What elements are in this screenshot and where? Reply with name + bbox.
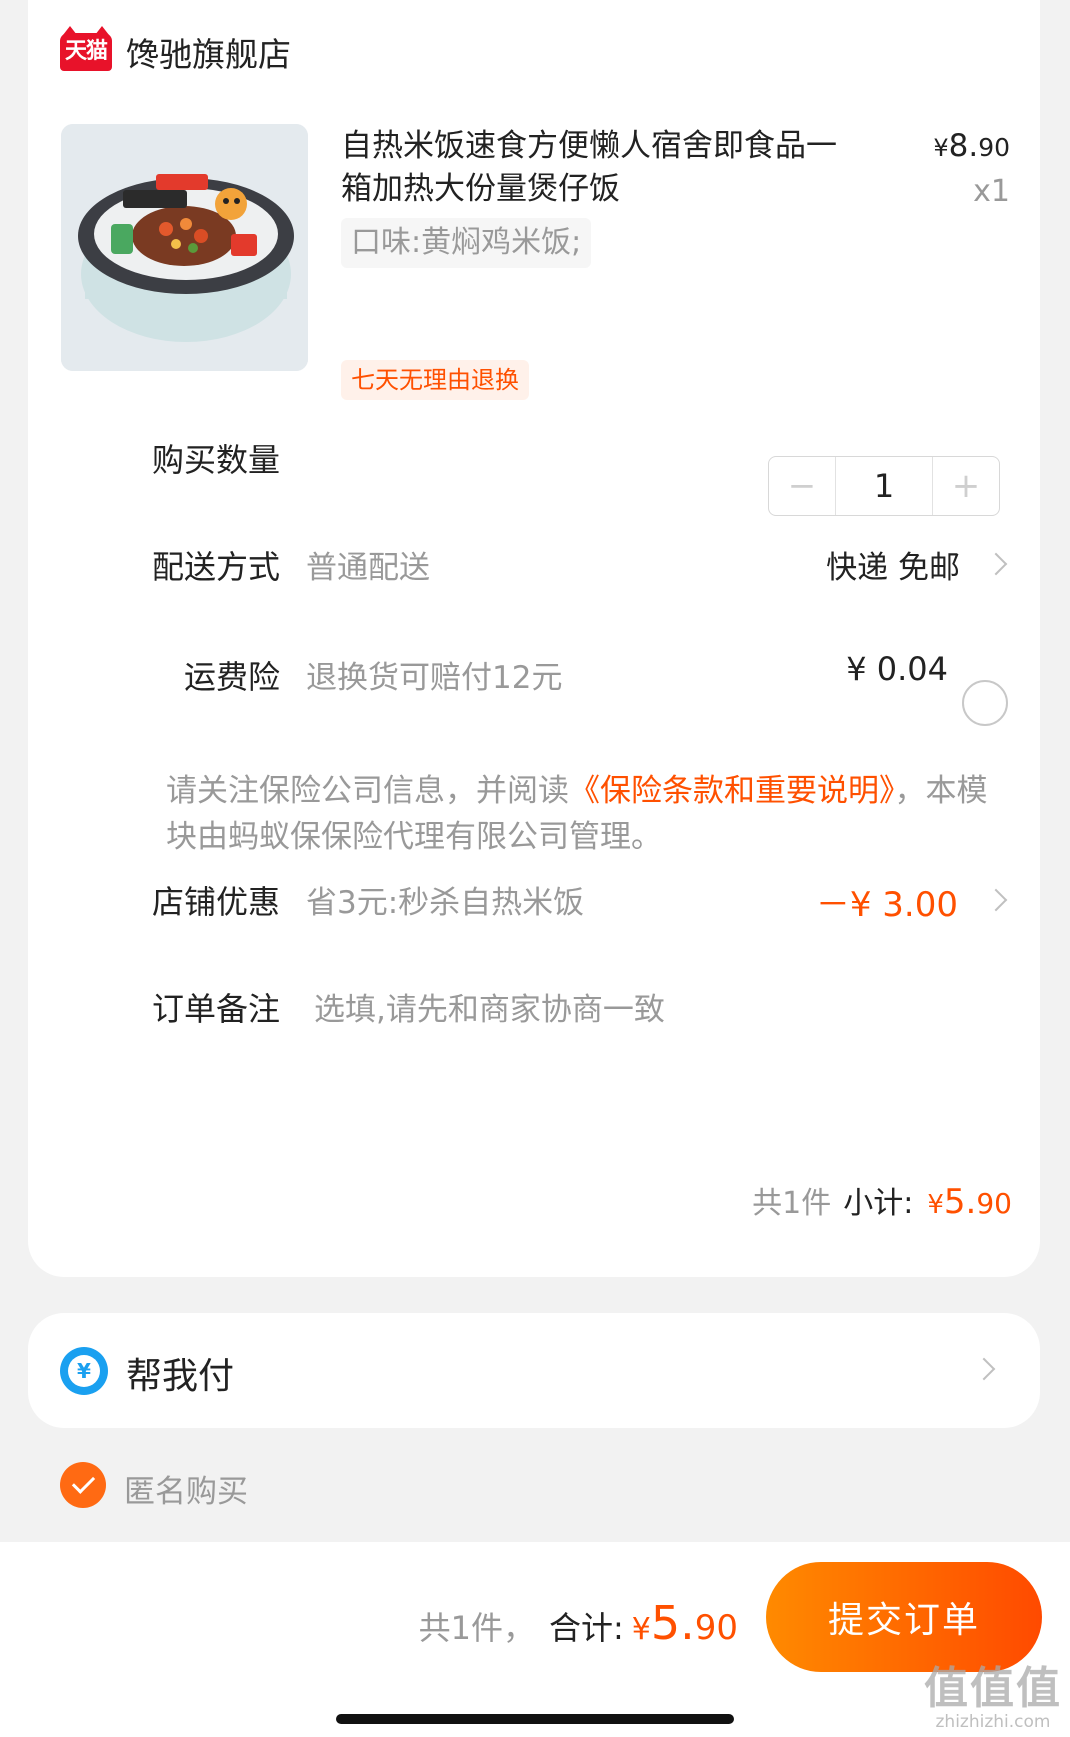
quantity-value[interactable]: 1 (835, 457, 933, 515)
anonymous-checkbox[interactable] (60, 1462, 106, 1508)
total-count: 共1件， (418, 1609, 535, 1647)
insurance-price: ¥ 0.04 (846, 650, 948, 688)
quantity-label: 购买数量 (152, 441, 281, 479)
sku-selector[interactable]: 口味:黄焖鸡米饭; (341, 218, 592, 268)
insurance-terms-link[interactable]: 《保险条款和重要说明》 (569, 773, 895, 809)
product-price: ¥8.90 (933, 128, 1010, 164)
subtotal-count: 共1件 (752, 1186, 832, 1221)
rice-bowl-product-photo (61, 124, 308, 371)
order-shop-card: 天猫 馋驰旗舰店 自热米饭速食方便懒人宿舍即食品一箱加热大份量煲仔饭 ¥8.90 (28, 0, 1040, 1277)
delivery-option[interactable]: 快递 免邮 (826, 542, 960, 587)
pay-for-me-label: 帮我付 (126, 1356, 235, 1397)
total-decimal: 90 (694, 1608, 738, 1648)
insurance-radio[interactable] (962, 680, 1008, 726)
product-title[interactable]: 自热米饭速食方便懒人宿舍即食品一箱加热大份量煲仔饭 (341, 125, 861, 211)
watermark-logo: 值值值 (924, 1663, 1062, 1714)
insurance-note: 请关注保险公司信息，并阅读《保险条款和重要说明》，本模块由蚂蚁保保险代理有限公司… (166, 768, 996, 860)
product-image[interactable] (61, 124, 308, 371)
price-currency: ¥ (933, 134, 949, 162)
order-note-input[interactable]: 选填,请先和商家协商一致 (314, 984, 665, 1029)
pay-for-me-chevron-icon (972, 1357, 996, 1381)
shop-header[interactable]: 天猫 馋驰旗舰店 (60, 26, 291, 76)
total-integer: 5. (650, 1596, 695, 1650)
order-note-label: 订单备注 (152, 990, 281, 1028)
return-policy-badge: 七天无理由退换 (341, 360, 529, 400)
subtotal: 共1件 小计: ¥5.90 (752, 1178, 1012, 1222)
insurance-description: 退换货可赔付12元 (306, 660, 563, 696)
delivery-method: 普通配送 (306, 550, 430, 586)
shop-discount-description: 省3元:秒杀自热米饭 (306, 885, 585, 921)
anonymous-label[interactable]: 匿名购买 (124, 1466, 248, 1511)
subtotal-amount: ¥5.90 (927, 1182, 1012, 1222)
checkout-bar: 共1件， 合计: ¥5.90 提交订单 值值值 zhizhizhi.com (0, 1542, 1070, 1737)
subtotal-label: 小计: (843, 1186, 914, 1221)
quantity-stepper[interactable]: − 1 + (768, 456, 1000, 516)
discount-chevron-icon[interactable] (984, 888, 1008, 912)
subtotal-integer: 5. (943, 1182, 977, 1222)
order-total: 共1件， 合计: ¥5.90 (419, 1596, 738, 1650)
shop-discount-label: 店铺优惠 (152, 883, 281, 921)
watermark-url: zhizhizhi.com (935, 1712, 1051, 1732)
insurance-note-prefix: 请关注保险公司信息，并阅读 (166, 773, 569, 809)
product-quantity: x1 (973, 174, 1010, 209)
total-label: 合计: (548, 1609, 624, 1647)
yen-icon: ¥ (68, 1355, 100, 1387)
total-amount: ¥5.90 (632, 1596, 738, 1650)
watermark: 值值值 zhizhizhi.com (924, 1652, 1062, 1732)
subtotal-currency: ¥ (927, 1190, 944, 1220)
shop-name[interactable]: 馋驰旗舰店 (126, 28, 291, 76)
delivery-label: 配送方式 (152, 548, 281, 586)
decrease-button[interactable]: − (769, 457, 835, 515)
tmall-logo: 天猫 (60, 26, 112, 71)
insurance-label: 运费险 (184, 658, 281, 696)
increase-button[interactable]: + (933, 457, 999, 515)
delivery-chevron-icon[interactable] (984, 552, 1008, 576)
price-decimal: 90 (978, 133, 1010, 162)
home-indicator[interactable] (336, 1714, 734, 1724)
subtotal-decimal: 90 (976, 1187, 1012, 1220)
total-currency: ¥ (631, 1612, 651, 1647)
pay-for-me-row[interactable]: ¥ 帮我付 (28, 1313, 1040, 1428)
shop-discount-amount[interactable]: －¥ 3.00 (816, 877, 958, 926)
pay-for-me-icon: ¥ (60, 1347, 108, 1395)
price-integer: 8. (948, 128, 979, 164)
